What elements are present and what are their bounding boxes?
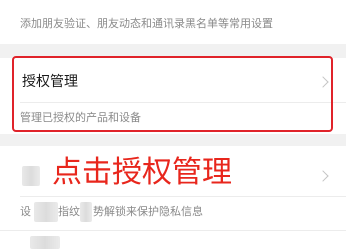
next-setting-description-fingerprint: 指纹 <box>58 205 80 218</box>
section-gap <box>0 134 346 146</box>
blurred-text <box>80 202 92 222</box>
blurred-text <box>34 202 58 222</box>
chevron-right-icon <box>317 170 329 182</box>
blurred-next-row <box>30 236 60 249</box>
row-divider <box>0 230 346 231</box>
row-divider <box>20 196 346 197</box>
next-setting-description-start: 设 <box>20 205 31 218</box>
instruction-annotation: 点击授权管理 <box>52 155 232 190</box>
blurred-title <box>22 166 40 186</box>
next-setting-description-end: 势解锁来保护隐私信息 <box>93 205 203 218</box>
highlight-box <box>12 56 333 132</box>
privacy-settings-description: 添加朋友验证、朋友动态和通讯录黑名单等常用设置 <box>20 17 273 30</box>
